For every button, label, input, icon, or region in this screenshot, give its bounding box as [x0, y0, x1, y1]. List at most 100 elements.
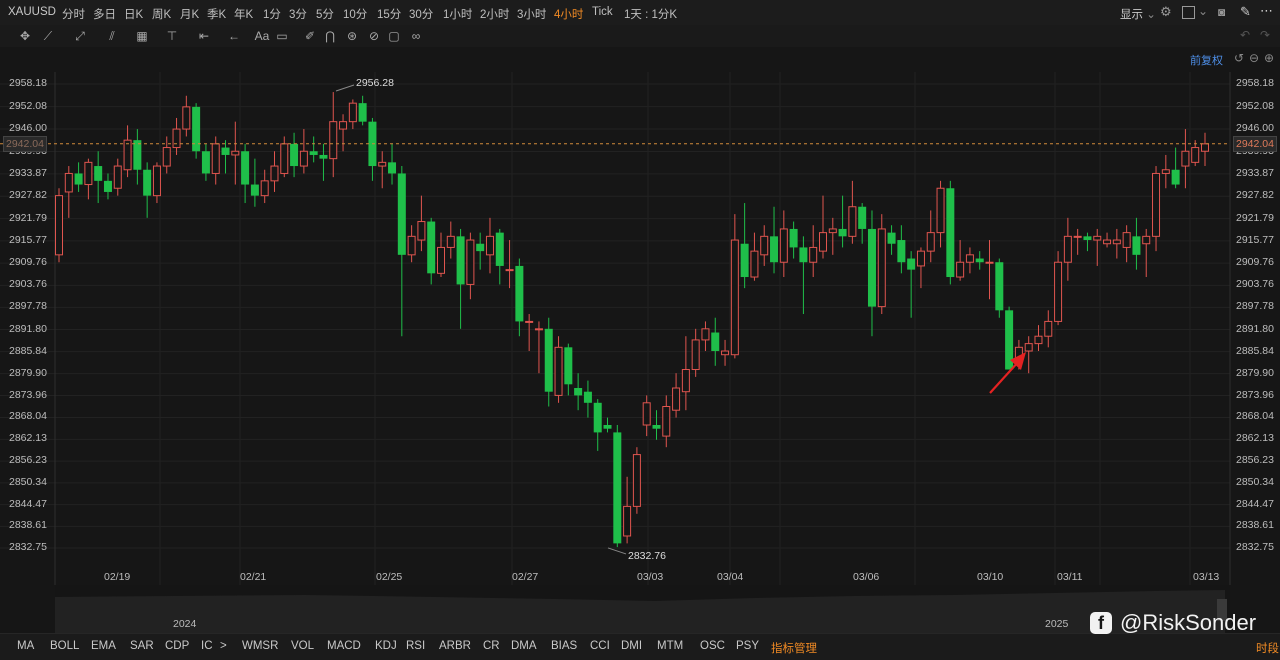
- candle-body: [388, 162, 397, 174]
- candle-body: [1152, 172, 1161, 237]
- candle-body: [94, 166, 103, 181]
- y-tick-label-left: 2927.82: [9, 189, 47, 202]
- indicator-tab[interactable]: PSY: [736, 640, 759, 652]
- candle-body: [1171, 169, 1180, 185]
- watermark-text: @RiskSonder: [1120, 610, 1257, 635]
- y-tick-label-left: 2844.47: [9, 497, 47, 510]
- candle-body: [1112, 239, 1121, 245]
- candle-body: [995, 262, 1004, 311]
- candle-body: [103, 180, 112, 192]
- candle-body: [192, 106, 201, 152]
- indicator-tab[interactable]: BIAS: [551, 640, 577, 652]
- candle-body: [779, 228, 788, 263]
- y-tick-label-right: 2862.13: [1236, 432, 1274, 445]
- y-tick-label-left: 2897.78: [9, 300, 47, 313]
- candle-body: [84, 161, 93, 186]
- y-tick-label-left: 2952.08: [9, 99, 47, 112]
- y-tick-label-right: 2921.79: [1236, 211, 1274, 224]
- x-tick-label: 03/06: [853, 571, 880, 583]
- candle-body: [1054, 261, 1063, 322]
- candle-body: [1063, 235, 1072, 263]
- y-tick-label-left: 2903.76: [9, 278, 47, 291]
- x-tick-label: 03/11: [1057, 571, 1083, 583]
- indicator-tab[interactable]: SAR: [130, 640, 154, 652]
- indicator-tab[interactable]: MA: [17, 640, 34, 652]
- indicator-tab[interactable]: CR: [483, 640, 500, 652]
- candle-body: [437, 246, 445, 274]
- candle-body: [975, 258, 984, 263]
- indicator-tab[interactable]: RSI: [406, 640, 425, 652]
- indicator-tab[interactable]: MACD: [327, 640, 361, 652]
- candle-body: [182, 106, 191, 130]
- time-segment-button[interactable]: 时段: [1256, 640, 1279, 656]
- candle-body: [613, 432, 622, 544]
- candle-body: [1103, 239, 1112, 245]
- indicator-tab[interactable]: CCI: [590, 640, 610, 652]
- candle-body: [721, 350, 730, 356]
- range-navigator[interactable]: 2024 2025: [55, 585, 1230, 633]
- candle-body: [632, 454, 641, 507]
- y-tick-label-left: 2850.34: [9, 475, 47, 488]
- indicator-tab[interactable]: OSC: [700, 640, 725, 652]
- y-tick-label-left: 2838.61: [9, 519, 47, 532]
- y-tick-label-right: 2832.75: [1236, 541, 1274, 553]
- indicator-tab[interactable]: WMSR: [242, 640, 278, 652]
- y-tick-label-left: 2915.77: [9, 233, 47, 246]
- indicator-tab[interactable]: IC: [201, 640, 213, 652]
- candle-body: [339, 121, 348, 130]
- candle-body: [662, 406, 671, 437]
- candle-body: [701, 328, 710, 341]
- candle-body: [907, 258, 916, 270]
- y-tick-label-right: 2868.04: [1236, 410, 1274, 423]
- candle-body: [642, 402, 651, 426]
- candle-body: [564, 347, 573, 385]
- y-tick-label-right: 2909.76: [1236, 256, 1274, 269]
- candle-body: [1034, 335, 1043, 345]
- candle-body: [574, 388, 583, 396]
- candle-body: [623, 505, 632, 537]
- candle-body: [848, 206, 857, 237]
- y-tick-label-left: 2862.13: [9, 432, 47, 445]
- candle-body: [809, 246, 818, 263]
- facebook-icon: f: [1090, 612, 1112, 634]
- indicator-manager-button[interactable]: 指标管理: [771, 640, 817, 656]
- y-tick-label-left: 2958.18: [9, 77, 47, 89]
- candle-body: [750, 250, 759, 278]
- candle-body: [965, 254, 974, 263]
- candle-body: [250, 184, 259, 196]
- current-price-tag-left: 2942.04: [3, 135, 47, 152]
- candle-body: [828, 228, 837, 234]
- candle-body: [74, 173, 83, 185]
- chevron-right-icon[interactable]: >: [220, 640, 227, 652]
- x-tick-label: 02/19: [104, 571, 131, 583]
- y-tick-label-right: 2879.90: [1236, 366, 1274, 379]
- y-tick-label-left: 2879.90: [9, 366, 47, 379]
- indicator-tab[interactable]: VOL: [291, 640, 314, 652]
- indicator-tab[interactable]: CDP: [165, 640, 189, 652]
- candle-body: [1024, 343, 1033, 352]
- candlestick-chart[interactable]: [0, 0, 1280, 600]
- indicator-tab[interactable]: ARBR: [439, 640, 471, 652]
- indicator-tab[interactable]: KDJ: [375, 640, 397, 652]
- candle-body: [123, 139, 132, 171]
- candle-body: [260, 180, 269, 197]
- candle-body: [358, 103, 367, 122]
- candle-body: [1073, 235, 1082, 238]
- indicator-tab[interactable]: DMI: [621, 640, 642, 652]
- candle-body: [730, 239, 739, 356]
- candle-body: [143, 169, 152, 196]
- candle-body: [495, 232, 504, 266]
- y-tick-label-right: 2891.80: [1236, 322, 1274, 335]
- candle-body: [760, 235, 769, 256]
- candle-body: [672, 387, 681, 411]
- candle-body: [770, 236, 779, 263]
- candle-body: [711, 332, 720, 352]
- indicator-tab[interactable]: MTM: [657, 640, 683, 652]
- candle-body: [1181, 150, 1190, 167]
- candle-body: [926, 232, 935, 252]
- indicator-tab[interactable]: DMA: [511, 640, 537, 652]
- candle-body: [417, 221, 426, 241]
- indicator-tab[interactable]: BOLL: [50, 640, 79, 652]
- y-tick-label-left: 2868.04: [9, 410, 47, 423]
- indicator-tab[interactable]: EMA: [91, 640, 116, 652]
